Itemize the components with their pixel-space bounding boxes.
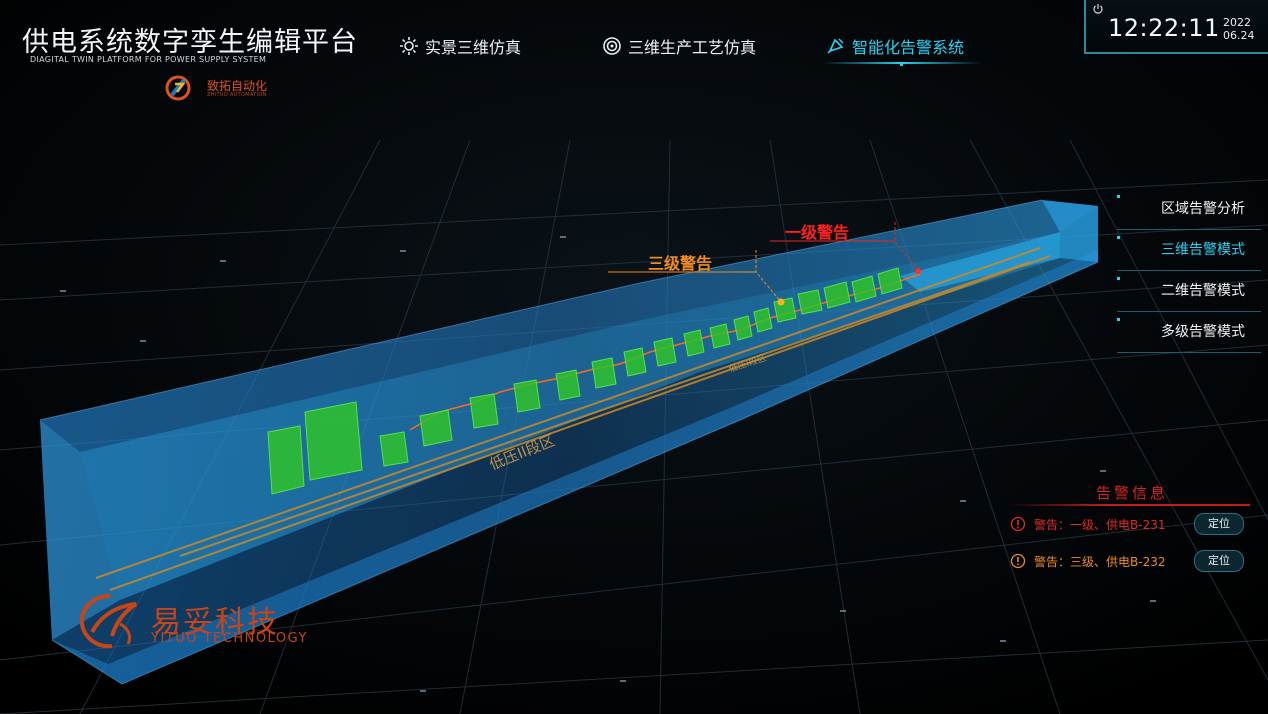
alarm-item: 警告：三级、供电B-232 定位: [1010, 550, 1250, 572]
brand-subtitle: ZHITUO AUTOMATION: [207, 92, 267, 98]
side-item-3d-mode[interactable]: 三维告警模式: [1117, 230, 1261, 271]
alert-circle-icon: [1010, 516, 1026, 532]
nav-tab-label: 智能化告警系统: [852, 38, 965, 57]
side-item-2d-mode[interactable]: 二维告警模式: [1117, 271, 1261, 312]
gear-icon: [400, 37, 418, 55]
watermark-logo-icon: [79, 594, 138, 649]
alarm-item-text: 警告：一级、供电B-231: [1034, 517, 1166, 532]
nav-tab-3d-scene[interactable]: 实景三维仿真: [399, 34, 521, 58]
alarm-panel-title: 告警信息: [1096, 484, 1169, 502]
brand-logo-icon: [165, 75, 191, 101]
side-item-label: 三维告警模式: [1161, 242, 1245, 258]
warn-level3-label: 三级警告: [648, 254, 713, 273]
alert-circle-icon: [1010, 553, 1026, 569]
nav-tab-process-sim[interactable]: 三维生产工艺仿真: [602, 34, 756, 58]
target-icon: [603, 37, 621, 55]
side-menu: 区域告警分析 三维告警模式 二维告警模式 多级告警模式: [1117, 189, 1261, 353]
power-icon[interactable]: [1092, 3, 1104, 15]
nav-tab-alarm-system[interactable]: 智能化告警系统: [826, 34, 964, 58]
alarm-item-text: 警告：三级、供电B-232: [1034, 554, 1166, 569]
side-item-dot: [1117, 236, 1120, 239]
page-title: 供电系统数字孪生编辑平台: [22, 27, 358, 58]
locate-button[interactable]: 定位: [1194, 550, 1244, 572]
side-item-label: 多级告警模式: [1161, 324, 1245, 340]
alarm-item: 警告：一级、供电B-231 定位: [1010, 513, 1250, 535]
side-item-dot: [1117, 277, 1120, 280]
side-item-label: 区域告警分析: [1161, 201, 1245, 217]
watermark-subtext: YITUO TECHNOLOGY: [151, 631, 308, 646]
clock-date: 06.24: [1223, 29, 1255, 42]
locate-button[interactable]: 定位: [1194, 513, 1244, 535]
warn-level3-marker[interactable]: [777, 298, 785, 306]
side-item-multilevel-mode[interactable]: 多级告警模式: [1117, 312, 1261, 353]
clock-time: 12:22:11: [1108, 14, 1220, 42]
alarm-bell-icon: [827, 38, 844, 54]
side-item-region-analysis[interactable]: 区域告警分析: [1117, 189, 1261, 230]
nav-tab-label: 实景三维仿真: [425, 38, 522, 57]
clock-year: 2022: [1223, 16, 1251, 29]
side-item-dot: [1117, 318, 1120, 321]
side-item-dot: [1117, 195, 1120, 198]
nav-tab-label: 三维生产工艺仿真: [628, 38, 757, 57]
side-item-label: 二维告警模式: [1161, 283, 1245, 299]
warn-level1-label: 一级警告: [785, 223, 850, 242]
nav-active-dot: [900, 63, 903, 66]
warn-level1-marker[interactable]: [915, 268, 921, 274]
alarm-panel-divider: [1008, 504, 1250, 506]
clock-panel: 12:22:11 2022 06.24: [1084, 0, 1268, 54]
page-subtitle: DIAGITAL TWIN PLATFORM FOR POWER SUPPLY …: [30, 55, 267, 64]
